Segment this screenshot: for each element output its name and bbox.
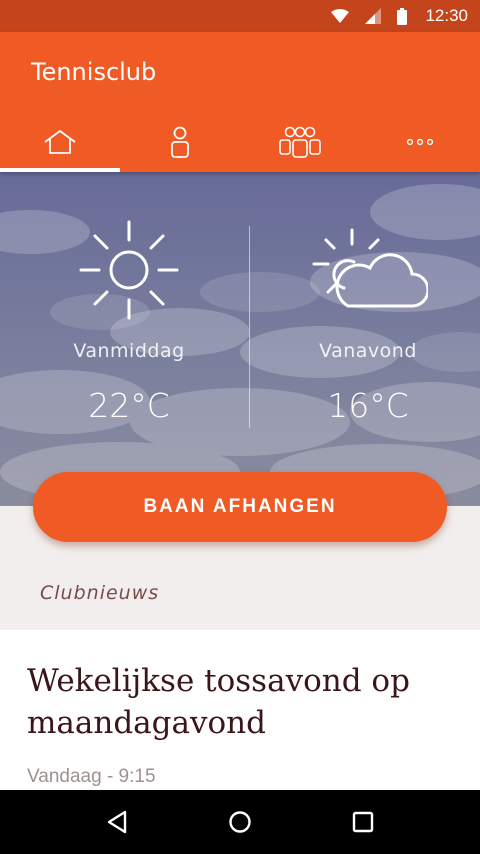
- app-title: Tennisclub: [31, 58, 157, 86]
- book-court-button[interactable]: BAAN AFHANGEN: [33, 472, 447, 542]
- news-section-label: Clubnieuws: [40, 582, 160, 604]
- app-bar: Tennisclub: [0, 32, 480, 172]
- back-icon: [108, 810, 127, 834]
- afternoon-label: Vanmiddag: [73, 340, 185, 362]
- afternoon-temperature: 22°C: [88, 386, 170, 425]
- system-nav-bar: [0, 790, 480, 854]
- home-icon: [44, 130, 76, 154]
- signal-icon: [365, 8, 382, 24]
- recents-button[interactable]: [333, 792, 393, 852]
- back-button[interactable]: [87, 792, 147, 852]
- status-bar: 12:30: [0, 0, 480, 32]
- weather-evening: Vanavond 16°C: [248, 218, 480, 425]
- wifi-icon: [331, 9, 350, 23]
- evening-label: Vanavond: [319, 340, 417, 362]
- news-title: Wekelijkse tossavond op maandagavond: [27, 663, 410, 741]
- weather-afternoon: Vanmiddag 22°C: [9, 218, 249, 425]
- news-card[interactable]: Wekelijkse tossavond op maandagavond Van…: [0, 630, 480, 790]
- tab-profile[interactable]: [120, 112, 240, 172]
- tab-bar: [0, 112, 480, 172]
- person-icon: [171, 126, 189, 158]
- news-timestamp: Vandaag - 9:15: [27, 766, 156, 787]
- tab-home[interactable]: [0, 112, 120, 172]
- status-time: 12:30: [425, 6, 468, 25]
- home-button[interactable]: [210, 792, 270, 852]
- more-icon: [406, 138, 434, 146]
- evening-temperature: 16°C: [327, 386, 409, 425]
- tab-more[interactable]: [360, 112, 480, 172]
- sun-icon: [79, 220, 179, 320]
- home-circle-icon: [229, 811, 251, 833]
- tab-members[interactable]: [240, 112, 360, 172]
- battery-icon: [397, 7, 408, 25]
- recents-icon: [352, 811, 373, 833]
- group-icon: [279, 126, 321, 158]
- partly-cloudy-icon: [312, 228, 428, 308]
- weather-panel: Vanmiddag 22°C Vanavond 16°C: [0, 172, 480, 506]
